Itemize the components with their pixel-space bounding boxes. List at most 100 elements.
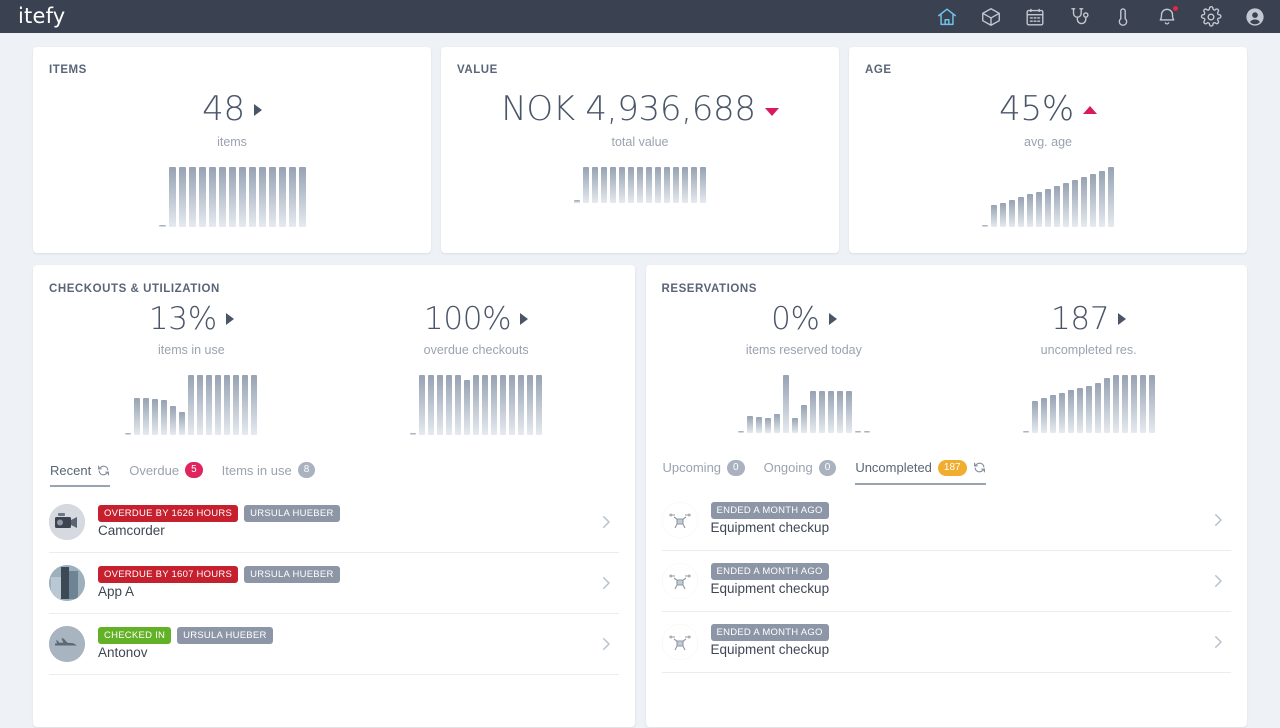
drone-thumbnail: [661, 623, 698, 660]
tab-label: Recent: [50, 462, 92, 478]
thermometer-icon[interactable]: [1112, 6, 1134, 28]
card-title: VALUE: [457, 64, 498, 76]
chevron-right-icon[interactable]: [597, 635, 615, 653]
panel-metrics: 0% items reserved today 187 uncompleted …: [662, 303, 1232, 433]
sparkline-bar: [1085, 385, 1092, 433]
sparkline-bar: [1022, 430, 1029, 433]
tab-overdue[interactable]: Overdue 5: [129, 462, 203, 487]
tab-ongoing[interactable]: Ongoing 0: [764, 459, 837, 485]
tab-items-in-use[interactable]: Items in use 8: [222, 462, 316, 487]
sparkline-bar: [982, 224, 988, 227]
sparkline-bar: [178, 166, 186, 227]
chevron-right-icon[interactable]: [1209, 511, 1227, 529]
chevron-right-icon[interactable]: [597, 574, 615, 592]
tab-recent[interactable]: Recent: [50, 462, 111, 488]
sparkline-bar: [1103, 377, 1110, 433]
sparkline-bar: [863, 430, 870, 433]
sparkline-bar: [682, 166, 688, 203]
chip-group: ENDED A MONTH AGO: [710, 502, 1197, 520]
sparkline-bar: [1090, 173, 1096, 227]
list-item[interactable]: CHECKED IN URSULA HUEBER Antonov: [49, 614, 619, 676]
sparkline-bar: [224, 374, 231, 436]
sparkline-bar: [592, 166, 598, 203]
sparkline-bar: [1139, 374, 1146, 433]
kpi-value-wrapper[interactable]: 45%: [999, 91, 1097, 128]
tab-uncompleted[interactable]: Uncompleted 187: [855, 459, 986, 485]
list-item[interactable]: ENDED A MONTH AGO Equipment checkup: [661, 551, 1231, 612]
sparkline-bar: [188, 166, 196, 227]
tab-label: Upcoming: [662, 460, 722, 476]
item-name: Antonov: [98, 644, 148, 660]
tab-label: Overdue: [129, 462, 180, 478]
kpi-body: 45% avg. age: [865, 91, 1231, 149]
stethoscope-icon[interactable]: [1068, 6, 1090, 28]
user-avatar-icon[interactable]: [1244, 6, 1266, 28]
sparkline-bar: [800, 404, 807, 433]
sparkline-bar: [233, 374, 240, 436]
metric-value: 13%: [148, 301, 217, 337]
metric-value-wrapper[interactable]: 13%: [149, 303, 234, 336]
airplane-thumbnail: [49, 626, 85, 663]
drone-thumbnail: [661, 562, 698, 599]
sparkline-bar: [288, 166, 296, 227]
kpi-card-row: ITEMS 48 items VALUE NOK 4,936,688 total…: [33, 47, 1247, 253]
sparkline-bar: [1081, 176, 1087, 227]
tab-badge: 0: [727, 459, 745, 476]
sparkline-bar: [818, 390, 825, 433]
chip-group: ENDED A MONTH AGO: [710, 624, 1197, 642]
sparkline-bar: [1072, 179, 1078, 227]
refresh-icon[interactable]: [973, 461, 986, 474]
trend-up-icon: [1082, 105, 1097, 114]
list-item[interactable]: ENDED A MONTH AGO Equipment checkup: [661, 612, 1231, 673]
metric-uncompleted-res: 187 uncompleted res.: [946, 303, 1231, 433]
trend-right-icon: [225, 313, 234, 326]
chevron-right-icon[interactable]: [1209, 633, 1227, 651]
kpi-value-wrapper[interactable]: NOK 4,936,688: [501, 91, 779, 128]
gear-icon[interactable]: [1200, 5, 1222, 28]
kpi-body: NOK 4,936,688 total value: [457, 91, 823, 149]
sparkline-value: [457, 166, 823, 203]
panel-checkouts: CHECKOUTS & UTILIZATION 13% items in use…: [33, 265, 635, 727]
refresh-icon[interactable]: [97, 464, 110, 477]
app-logo[interactable]: itefy: [18, 6, 65, 27]
sparkline-bar: [161, 399, 168, 436]
box-icon[interactable]: [980, 6, 1002, 28]
bell-icon[interactable]: [1156, 4, 1179, 28]
sparkline-bar: [509, 374, 516, 435]
metric-value-wrapper[interactable]: 187: [1051, 303, 1127, 336]
sparkline-bar: [464, 379, 471, 435]
tab-badge: 0: [818, 459, 837, 476]
trend-right-icon: [253, 103, 262, 116]
metric-label: items reserved today: [745, 342, 862, 357]
kpi-value-wrapper[interactable]: 48: [202, 91, 262, 128]
metric-value-wrapper[interactable]: 0%: [771, 303, 837, 336]
trend-down-icon: [764, 107, 779, 116]
card-title: AGE: [865, 64, 892, 76]
sparkline-bar: [482, 374, 489, 435]
sparkline-bar: [773, 413, 780, 433]
sparkline-bar: [655, 166, 661, 203]
kpi-card-value: VALUE NOK 4,936,688 total value: [441, 47, 839, 253]
sparkline-bar: [1058, 392, 1065, 433]
sparkline-bar: [1121, 374, 1128, 433]
home-icon[interactable]: [936, 6, 958, 28]
list-item[interactable]: OVERDUE BY 1626 HOURS URSULA HUEBER Camc…: [49, 492, 619, 554]
chevron-right-icon[interactable]: [1209, 572, 1227, 590]
metric-value-wrapper[interactable]: 100%: [424, 303, 529, 336]
status-badge: ENDED A MONTH AGO: [710, 624, 829, 642]
list-item[interactable]: OVERDUE BY 1607 HOURS URSULA HUEBER App …: [49, 553, 619, 615]
calendar-icon[interactable]: [1024, 6, 1046, 28]
sparkline-items-in-use: [49, 374, 334, 436]
list-item[interactable]: ENDED A MONTH AGO Equipment checkup: [661, 490, 1231, 551]
sparkline-bar: [248, 166, 256, 227]
sparkline-bar: [764, 417, 771, 433]
card-title: ITEMS: [49, 64, 87, 76]
tab-upcoming[interactable]: Upcoming 0: [662, 459, 745, 485]
sparkline-age: [865, 166, 1231, 227]
sparkline-bar: [446, 374, 453, 435]
chip-group: CHECKED IN URSULA HUEBER: [98, 626, 584, 644]
status-badge: CHECKED IN: [98, 626, 172, 644]
chevron-right-icon[interactable]: [597, 513, 615, 531]
sparkline-bar: [238, 166, 246, 227]
sparkline-bar: [258, 166, 266, 227]
